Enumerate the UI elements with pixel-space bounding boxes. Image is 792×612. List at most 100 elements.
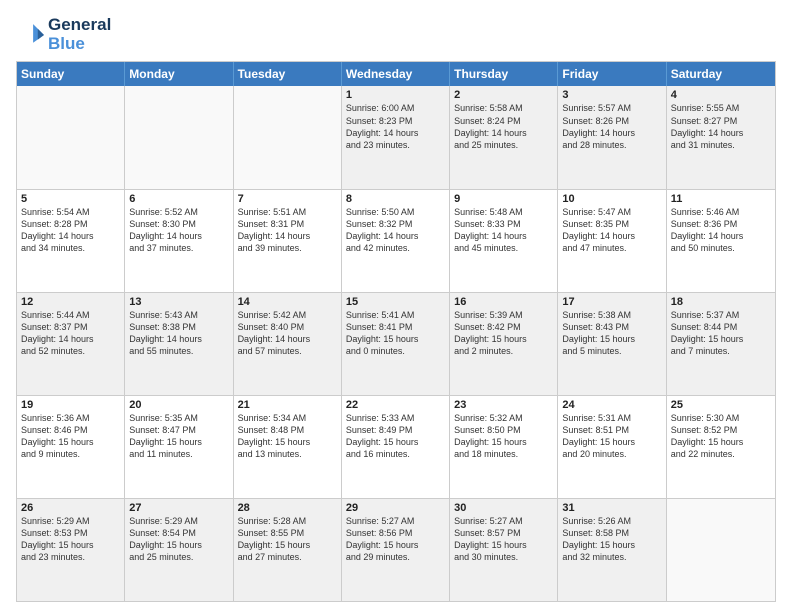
day-info: Sunrise: 5:27 AM Sunset: 8:57 PM Dayligh…	[454, 515, 553, 564]
day-info: Sunrise: 5:39 AM Sunset: 8:42 PM Dayligh…	[454, 309, 553, 358]
day-number: 10	[562, 193, 661, 205]
header-day-tuesday: Tuesday	[234, 62, 342, 86]
calendar-cell: 5Sunrise: 5:54 AM Sunset: 8:28 PM Daylig…	[17, 190, 125, 292]
day-number: 24	[562, 399, 661, 411]
calendar-cell: 21Sunrise: 5:34 AM Sunset: 8:48 PM Dayli…	[234, 396, 342, 498]
day-number: 16	[454, 296, 553, 308]
calendar-cell: 11Sunrise: 5:46 AM Sunset: 8:36 PM Dayli…	[667, 190, 775, 292]
day-info: Sunrise: 5:43 AM Sunset: 8:38 PM Dayligh…	[129, 309, 228, 358]
calendar-cell	[125, 86, 233, 188]
calendar-week-3: 19Sunrise: 5:36 AM Sunset: 8:46 PM Dayli…	[17, 395, 775, 498]
logo: General Blue	[16, 16, 111, 53]
day-info: Sunrise: 6:00 AM Sunset: 8:23 PM Dayligh…	[346, 102, 445, 151]
calendar-cell: 12Sunrise: 5:44 AM Sunset: 8:37 PM Dayli…	[17, 293, 125, 395]
calendar-cell: 23Sunrise: 5:32 AM Sunset: 8:50 PM Dayli…	[450, 396, 558, 498]
day-info: Sunrise: 5:44 AM Sunset: 8:37 PM Dayligh…	[21, 309, 120, 358]
day-info: Sunrise: 5:29 AM Sunset: 8:54 PM Dayligh…	[129, 515, 228, 564]
day-number: 15	[346, 296, 445, 308]
day-info: Sunrise: 5:52 AM Sunset: 8:30 PM Dayligh…	[129, 206, 228, 255]
header-day-saturday: Saturday	[667, 62, 775, 86]
day-number: 22	[346, 399, 445, 411]
calendar-cell: 28Sunrise: 5:28 AM Sunset: 8:55 PM Dayli…	[234, 499, 342, 601]
day-number: 20	[129, 399, 228, 411]
logo-text: General Blue	[48, 16, 111, 53]
calendar-header-row: SundayMondayTuesdayWednesdayThursdayFrid…	[17, 62, 775, 86]
header: General Blue	[16, 16, 776, 53]
day-info: Sunrise: 5:37 AM Sunset: 8:44 PM Dayligh…	[671, 309, 771, 358]
day-info: Sunrise: 5:50 AM Sunset: 8:32 PM Dayligh…	[346, 206, 445, 255]
day-info: Sunrise: 5:28 AM Sunset: 8:55 PM Dayligh…	[238, 515, 337, 564]
day-number: 25	[671, 399, 771, 411]
calendar-cell: 7Sunrise: 5:51 AM Sunset: 8:31 PM Daylig…	[234, 190, 342, 292]
calendar-cell: 29Sunrise: 5:27 AM Sunset: 8:56 PM Dayli…	[342, 499, 450, 601]
calendar-cell: 24Sunrise: 5:31 AM Sunset: 8:51 PM Dayli…	[558, 396, 666, 498]
calendar-cell: 27Sunrise: 5:29 AM Sunset: 8:54 PM Dayli…	[125, 499, 233, 601]
day-number: 23	[454, 399, 553, 411]
calendar-cell: 19Sunrise: 5:36 AM Sunset: 8:46 PM Dayli…	[17, 396, 125, 498]
calendar-cell: 2Sunrise: 5:58 AM Sunset: 8:24 PM Daylig…	[450, 86, 558, 188]
day-info: Sunrise: 5:58 AM Sunset: 8:24 PM Dayligh…	[454, 102, 553, 151]
calendar-cell: 30Sunrise: 5:27 AM Sunset: 8:57 PM Dayli…	[450, 499, 558, 601]
calendar-cell: 17Sunrise: 5:38 AM Sunset: 8:43 PM Dayli…	[558, 293, 666, 395]
calendar-cell: 15Sunrise: 5:41 AM Sunset: 8:41 PM Dayli…	[342, 293, 450, 395]
header-day-sunday: Sunday	[17, 62, 125, 86]
calendar-cell: 9Sunrise: 5:48 AM Sunset: 8:33 PM Daylig…	[450, 190, 558, 292]
calendar-cell: 8Sunrise: 5:50 AM Sunset: 8:32 PM Daylig…	[342, 190, 450, 292]
day-number: 17	[562, 296, 661, 308]
day-info: Sunrise: 5:54 AM Sunset: 8:28 PM Dayligh…	[21, 206, 120, 255]
day-number: 18	[671, 296, 771, 308]
day-info: Sunrise: 5:30 AM Sunset: 8:52 PM Dayligh…	[671, 412, 771, 461]
day-info: Sunrise: 5:35 AM Sunset: 8:47 PM Dayligh…	[129, 412, 228, 461]
day-info: Sunrise: 5:42 AM Sunset: 8:40 PM Dayligh…	[238, 309, 337, 358]
day-number: 31	[562, 502, 661, 514]
day-number: 21	[238, 399, 337, 411]
day-number: 4	[671, 89, 771, 101]
calendar-week-4: 26Sunrise: 5:29 AM Sunset: 8:53 PM Dayli…	[17, 498, 775, 601]
day-number: 14	[238, 296, 337, 308]
day-info: Sunrise: 5:41 AM Sunset: 8:41 PM Dayligh…	[346, 309, 445, 358]
calendar-cell: 25Sunrise: 5:30 AM Sunset: 8:52 PM Dayli…	[667, 396, 775, 498]
day-number: 9	[454, 193, 553, 205]
page: General Blue SundayMondayTuesdayWednesda…	[0, 0, 792, 612]
calendar-cell: 13Sunrise: 5:43 AM Sunset: 8:38 PM Dayli…	[125, 293, 233, 395]
day-info: Sunrise: 5:48 AM Sunset: 8:33 PM Dayligh…	[454, 206, 553, 255]
day-number: 30	[454, 502, 553, 514]
day-info: Sunrise: 5:38 AM Sunset: 8:43 PM Dayligh…	[562, 309, 661, 358]
day-number: 29	[346, 502, 445, 514]
day-number: 5	[21, 193, 120, 205]
day-number: 12	[21, 296, 120, 308]
calendar-cell: 4Sunrise: 5:55 AM Sunset: 8:27 PM Daylig…	[667, 86, 775, 188]
day-number: 27	[129, 502, 228, 514]
day-info: Sunrise: 5:57 AM Sunset: 8:26 PM Dayligh…	[562, 102, 661, 151]
header-day-wednesday: Wednesday	[342, 62, 450, 86]
header-day-friday: Friday	[558, 62, 666, 86]
calendar: SundayMondayTuesdayWednesdayThursdayFrid…	[16, 61, 776, 602]
day-number: 26	[21, 502, 120, 514]
day-info: Sunrise: 5:32 AM Sunset: 8:50 PM Dayligh…	[454, 412, 553, 461]
day-number: 11	[671, 193, 771, 205]
day-number: 1	[346, 89, 445, 101]
day-number: 28	[238, 502, 337, 514]
day-info: Sunrise: 5:33 AM Sunset: 8:49 PM Dayligh…	[346, 412, 445, 461]
calendar-cell: 31Sunrise: 5:26 AM Sunset: 8:58 PM Dayli…	[558, 499, 666, 601]
calendar-week-0: 1Sunrise: 6:00 AM Sunset: 8:23 PM Daylig…	[17, 86, 775, 188]
calendar-cell: 6Sunrise: 5:52 AM Sunset: 8:30 PM Daylig…	[125, 190, 233, 292]
calendar-cell: 10Sunrise: 5:47 AM Sunset: 8:35 PM Dayli…	[558, 190, 666, 292]
day-number: 7	[238, 193, 337, 205]
calendar-cell: 18Sunrise: 5:37 AM Sunset: 8:44 PM Dayli…	[667, 293, 775, 395]
day-number: 19	[21, 399, 120, 411]
day-number: 3	[562, 89, 661, 101]
day-info: Sunrise: 5:27 AM Sunset: 8:56 PM Dayligh…	[346, 515, 445, 564]
header-day-thursday: Thursday	[450, 62, 558, 86]
calendar-cell: 14Sunrise: 5:42 AM Sunset: 8:40 PM Dayli…	[234, 293, 342, 395]
calendar-cell: 16Sunrise: 5:39 AM Sunset: 8:42 PM Dayli…	[450, 293, 558, 395]
calendar-cell	[667, 499, 775, 601]
calendar-cell	[234, 86, 342, 188]
day-info: Sunrise: 5:29 AM Sunset: 8:53 PM Dayligh…	[21, 515, 120, 564]
day-info: Sunrise: 5:46 AM Sunset: 8:36 PM Dayligh…	[671, 206, 771, 255]
day-info: Sunrise: 5:47 AM Sunset: 8:35 PM Dayligh…	[562, 206, 661, 255]
day-number: 6	[129, 193, 228, 205]
calendar-week-2: 12Sunrise: 5:44 AM Sunset: 8:37 PM Dayli…	[17, 292, 775, 395]
calendar-week-1: 5Sunrise: 5:54 AM Sunset: 8:28 PM Daylig…	[17, 189, 775, 292]
day-number: 8	[346, 193, 445, 205]
